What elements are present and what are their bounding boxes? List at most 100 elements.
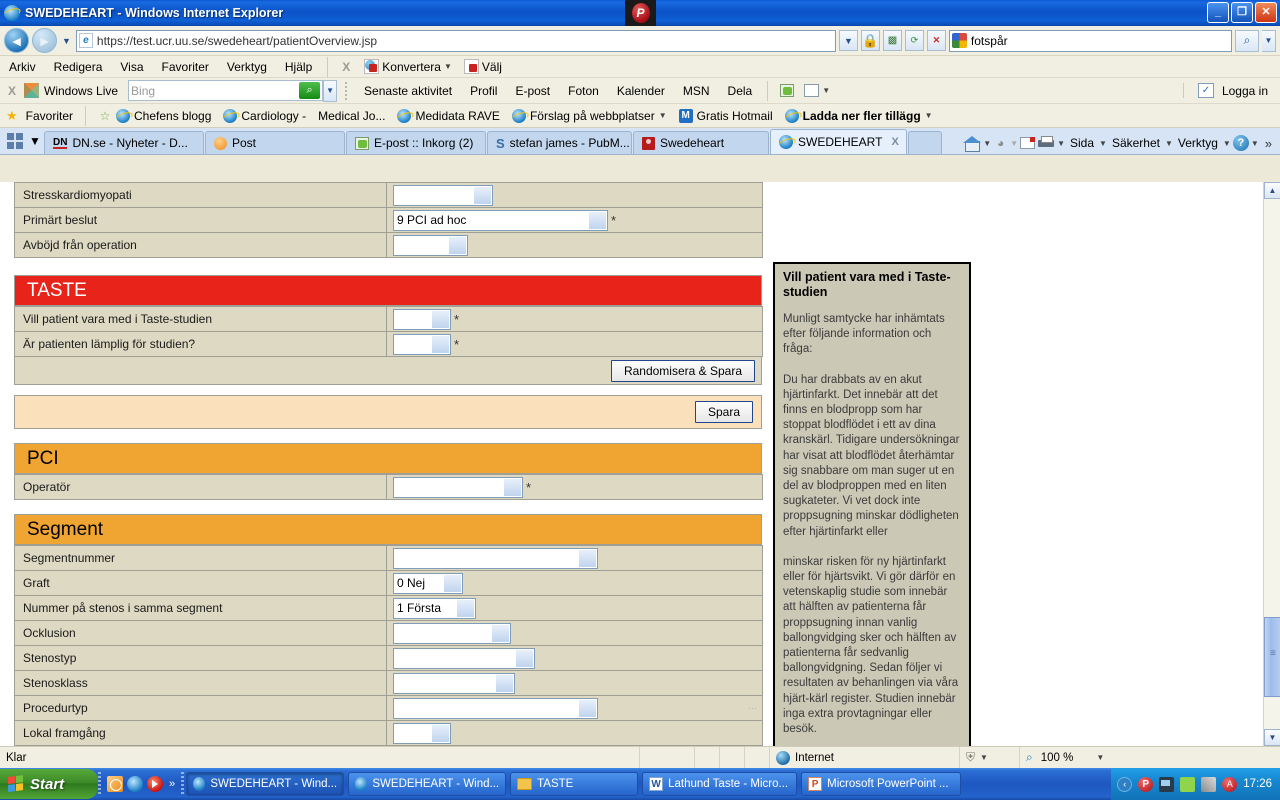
lokal-framgang-select[interactable]: [393, 722, 451, 744]
close-icon[interactable]: X: [891, 136, 898, 148]
spara-button[interactable]: Spara: [694, 401, 753, 423]
vertical-scrollbar[interactable]: ▲ ▼: [1263, 182, 1280, 746]
convert-button[interactable]: Konvertera ▼: [358, 59, 458, 74]
favorite-medidata-rave[interactable]: Medidata RAVE: [391, 108, 506, 123]
tab-epost-inkorg[interactable]: E-post :: Inkorg (2): [346, 131, 486, 154]
ar-patienten-lamplig-select[interactable]: [393, 333, 451, 355]
select-button[interactable]: Välj: [458, 59, 508, 74]
tab-stefan-james-pubmed[interactable]: S stefan james - PubM...: [487, 131, 632, 154]
maximize-button[interactable]: ❐: [1231, 2, 1253, 23]
favorite-gratis-hotmail[interactable]: M Gratis Hotmail: [673, 108, 779, 123]
stresskardiomyopati-select[interactable]: [393, 184, 493, 206]
favorite-cardiology[interactable]: Cardiology -: [217, 108, 312, 123]
back-button[interactable]: ◄: [4, 28, 29, 53]
scrollbar-thumb[interactable]: [1264, 617, 1280, 697]
tab-dn-se[interactable]: DN DN.se - Nyheter - D...: [44, 131, 204, 154]
chevron-down-icon[interactable]: ▼: [1165, 139, 1173, 148]
refresh-icon[interactable]: ⟳: [904, 30, 924, 51]
live-link-foton[interactable]: Foton: [559, 84, 608, 98]
history-dropdown-icon[interactable]: ▼: [60, 36, 73, 46]
forward-button[interactable]: ►: [32, 28, 57, 53]
bing-caret-icon[interactable]: ▼: [323, 79, 338, 102]
favorite-forslag-pa-webbplatser[interactable]: Förslag på webbplatser ▼: [506, 108, 673, 123]
print-icon[interactable]: [1037, 136, 1055, 150]
ocklusion-select[interactable]: [393, 622, 511, 644]
ie-icon[interactable]: [127, 776, 143, 792]
tab-post[interactable]: Post: [205, 131, 345, 154]
new-tab-button[interactable]: [908, 131, 942, 154]
chevron-down-icon[interactable]: ▼: [1223, 139, 1231, 148]
tray-expand-icon[interactable]: ‹: [1117, 776, 1133, 792]
vill-patient-vara-med-select[interactable]: [393, 308, 451, 330]
favorites-button[interactable]: ★ Favoriter: [0, 108, 79, 124]
signin-area[interactable]: ✓ Logga in: [1182, 83, 1280, 98]
menu-verktyg[interactable]: Verktyg: [1175, 136, 1221, 150]
system-clock[interactable]: 17:26: [1243, 778, 1272, 790]
chevron-down-icon[interactable]: ▼: [980, 753, 988, 762]
nummer-pa-stenos-select[interactable]: 1 Första: [393, 597, 476, 619]
chevron-down-icon[interactable]: ▼: [925, 111, 933, 120]
chevron-down-icon[interactable]: ▼: [1251, 139, 1259, 148]
zoom-control[interactable]: ⌕ 100 % ▼: [1020, 747, 1280, 769]
menu-item-visa[interactable]: Visa: [111, 56, 152, 78]
quick-tabs-icon[interactable]: [4, 131, 26, 151]
chevron-down-icon[interactable]: ▼: [659, 111, 667, 120]
rss-icon[interactable]: ◕: [993, 136, 1008, 150]
close-toolbar-icon[interactable]: X: [334, 60, 358, 74]
scroll-down-button[interactable]: ▼: [1264, 729, 1280, 746]
favorite-ladda-ner-fler-tillagg[interactable]: Ladda ner fler tillägg ▼: [779, 108, 939, 123]
scrollbar-track[interactable]: [1264, 199, 1280, 729]
stenostyp-select[interactable]: [393, 647, 535, 669]
operator-select[interactable]: [393, 476, 523, 498]
search-input[interactable]: fotspår: [948, 29, 1232, 52]
menu-item-verktyg[interactable]: Verktyg: [218, 56, 276, 78]
chevron-down-icon[interactable]: ▼: [1096, 753, 1104, 762]
tray-pen-icon[interactable]: [1201, 776, 1217, 792]
start-button[interactable]: Start: [0, 769, 98, 799]
taskbar-button-swedeheart-2[interactable]: SWEDEHEART - Wind...: [348, 772, 507, 796]
live-link-epost[interactable]: E-post: [506, 84, 559, 98]
chevron-down-icon[interactable]: ▼: [822, 86, 830, 95]
stenosklass-select[interactable]: [393, 672, 515, 694]
scroll-up-button[interactable]: ▲: [1264, 182, 1280, 199]
chevron-down-icon[interactable]: ▼: [983, 139, 991, 148]
stop-icon[interactable]: ✕: [926, 30, 946, 51]
chevron-down-icon[interactable]: ▼: [444, 62, 452, 71]
bing-search-input[interactable]: Bing ⌕: [128, 80, 324, 101]
chevron-down-icon[interactable]: ▼: [1057, 139, 1065, 148]
minimize-button[interactable]: _: [1207, 2, 1229, 23]
menu-sakerhet[interactable]: Säkerhet: [1109, 136, 1163, 150]
url-dropdown-icon[interactable]: ▼: [838, 30, 858, 51]
compatibility-view-icon[interactable]: ▩: [882, 30, 902, 51]
live-map-tool[interactable]: [774, 84, 800, 97]
tray-acrobat-icon[interactable]: A: [1222, 776, 1238, 792]
favorite-medical-journal[interactable]: Medical Jo...: [312, 109, 391, 123]
tab-swedeheart-active[interactable]: SWEDEHEART X: [770, 129, 907, 154]
tray-green-icon[interactable]: [1180, 776, 1196, 792]
tray-network-icon[interactable]: [1159, 776, 1175, 792]
live-link-profil[interactable]: Profil: [461, 84, 506, 98]
tab-swedeheart[interactable]: Swedeheart: [633, 131, 769, 154]
randomisera-spara-button[interactable]: Randomisera & Spara: [610, 359, 755, 382]
show-desktop-icon[interactable]: [107, 776, 123, 792]
menu-item-arkiv[interactable]: Arkiv: [0, 56, 45, 78]
search-go-button[interactable]: ⌕: [1235, 29, 1259, 52]
search-provider-caret[interactable]: ▼: [1262, 29, 1276, 52]
live-layout-tool[interactable]: ▼: [800, 84, 834, 97]
menu-item-hjalp[interactable]: Hjälp: [276, 56, 321, 78]
favorite-chefens-blogg[interactable]: ☆ Chefens blogg: [92, 108, 217, 123]
taskbar-button-lathund-taste[interactable]: W Lathund Taste - Micro...: [642, 772, 798, 796]
live-link-dela[interactable]: Dela: [719, 84, 762, 98]
tray-powerpoint-icon[interactable]: P: [1138, 776, 1154, 792]
protected-mode-indicator[interactable]: ⛨ ▼: [960, 746, 1020, 769]
toolbar-overflow-icon[interactable]: »: [1261, 136, 1276, 151]
bing-search-icon[interactable]: ⌕: [299, 82, 321, 99]
live-link-senaste-aktivitet[interactable]: Senaste aktivitet: [355, 84, 461, 98]
menu-item-favoriter[interactable]: Favoriter: [153, 56, 218, 78]
close-button[interactable]: ✕: [1255, 2, 1277, 23]
taskbar-button-powerpoint[interactable]: P Microsoft PowerPoint ...: [801, 772, 962, 796]
help-icon[interactable]: ?: [1232, 135, 1249, 151]
graft-select[interactable]: 0 Nej: [393, 572, 463, 594]
quicklaunch-overflow-icon[interactable]: »: [169, 778, 175, 790]
avbojd-fran-operation-select[interactable]: [393, 234, 468, 256]
